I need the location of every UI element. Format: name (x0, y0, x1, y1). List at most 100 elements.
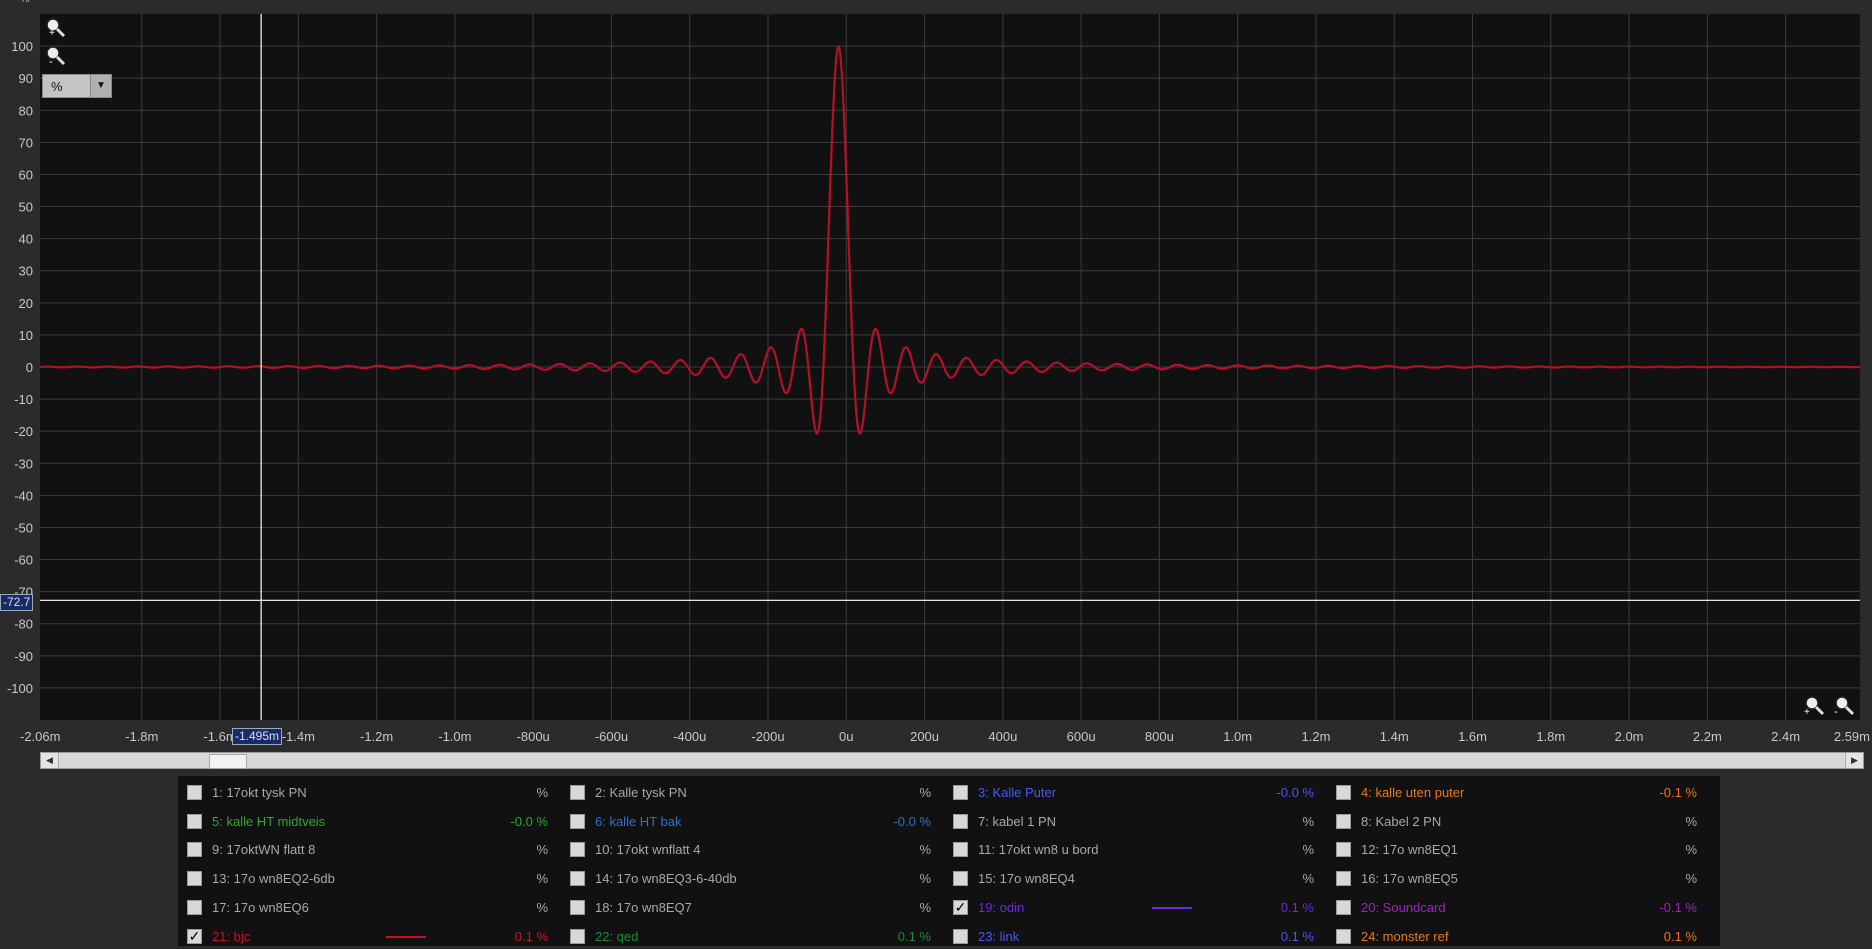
zoom-out-icon[interactable]: - (44, 44, 66, 68)
chevron-down-icon[interactable]: ▼ (90, 75, 111, 97)
legend-value: % (1302, 842, 1314, 858)
legend-checkbox[interactable] (953, 785, 968, 800)
x-tick-label: -1.8m (125, 729, 158, 744)
unit-dropdown[interactable]: % ▼ (42, 74, 112, 98)
legend-checkbox[interactable] (953, 813, 968, 829)
legend-value: % (536, 871, 548, 887)
legend-value: % (536, 785, 548, 800)
legend-value: % (1685, 813, 1697, 829)
scroll-left-arrow-icon[interactable]: ◀ (41, 753, 59, 768)
legend-label: 13: 17o wn8EQ2-6db (212, 871, 335, 887)
legend-item[interactable]: 22: qed 0.1 % (564, 926, 939, 948)
legend-checkbox[interactable] (570, 928, 585, 944)
legend-item[interactable]: 18: 17o wn8EQ7% (564, 897, 939, 919)
legend-item[interactable]: 24: monster ref 0.1 % (1330, 926, 1705, 948)
legend-item[interactable]: 8: Kabel 2 PN% (1330, 811, 1705, 833)
legend-checkbox[interactable] (1336, 928, 1351, 944)
x-tick-label: 2.0m (1615, 729, 1644, 744)
x-tick-label: 1.6m (1458, 729, 1487, 744)
zoom-in-icon[interactable]: + (44, 16, 66, 39)
cursor-x-readout: -1.495m (232, 728, 283, 745)
y-tick-label: -100 (7, 681, 33, 696)
legend-item[interactable]: 15: 17o wn8EQ4% (947, 868, 1322, 890)
legend-checkbox[interactable]: ✓ (953, 899, 968, 915)
legend-item[interactable]: 23: link 0.1 % (947, 926, 1322, 948)
legend-item[interactable]: ✓ 21: bjc 0.1 % (181, 926, 556, 948)
legend-item[interactable]: 7: kabel 1 PN% (947, 811, 1322, 833)
legend-item[interactable]: 5: kalle HT midtveis -0.0 % (181, 811, 556, 833)
y-tick-label: -30 (14, 456, 33, 471)
plot-area[interactable]: 1009080706050403020100-10-20-30-40-50-60… (0, 0, 1872, 745)
legend-checkbox[interactable] (187, 899, 202, 915)
legend-item[interactable]: 12: 17o wn8EQ1% (1330, 839, 1705, 861)
legend-label: 3: Kalle Puter (978, 785, 1057, 800)
y-tick-label: 90 (19, 71, 33, 86)
legend-checkbox[interactable] (187, 871, 202, 887)
legend-checkbox[interactable] (1336, 842, 1351, 858)
legend-value: % (1302, 871, 1314, 887)
legend-item[interactable]: 17: 17o wn8EQ6% (181, 897, 556, 919)
y-tick-label: -50 (14, 520, 33, 535)
legend-value: % (1302, 813, 1314, 829)
scroll-right-arrow-icon[interactable]: ▶ (1845, 753, 1863, 768)
legend-checkbox[interactable] (1336, 899, 1351, 915)
y-tick-label: 50 (19, 200, 33, 215)
legend-item[interactable]: 14: 17o wn8EQ3-6-40db% (564, 868, 939, 890)
legend-item[interactable]: 16: 17o wn8EQ5% (1330, 868, 1705, 890)
legend-label: 16: 17o wn8EQ5 (1361, 871, 1458, 887)
legend-checkbox[interactable] (570, 813, 585, 829)
x-tick-label: -600u (595, 729, 628, 744)
legend-value: -0.0 % (893, 813, 931, 829)
legend-item[interactable]: 3: Kalle Puter -0.0 % (947, 782, 1322, 804)
legend-checkbox[interactable] (953, 871, 968, 887)
scroll-thumb[interactable] (209, 754, 247, 769)
legend-checkbox[interactable] (953, 928, 968, 944)
legend-checkbox[interactable] (570, 899, 585, 915)
legend-item[interactable]: 10: 17okt wnflatt 4% (564, 839, 939, 861)
legend-label: 11: 17okt wn8 u bord (978, 842, 1099, 858)
legend-checkbox[interactable] (1336, 871, 1351, 887)
legend-value: -0.0 % (510, 813, 548, 829)
legend-checkbox[interactable] (570, 871, 585, 887)
legend-checkbox[interactable] (1336, 813, 1351, 829)
legend-item[interactable]: 13: 17o wn8EQ2-6db% (181, 868, 556, 890)
legend-item[interactable]: 20: Soundcard -0.1 % (1330, 897, 1705, 919)
legend-item[interactable]: 1: 17okt tysk PN% (181, 782, 556, 804)
legend-checkbox[interactable] (1336, 785, 1351, 800)
legend-checkbox[interactable]: ✓ (187, 928, 202, 944)
legend-label: 10: 17okt wnflatt 4 (595, 842, 701, 858)
legend-item[interactable]: 4: kalle uten puter -0.1 % (1330, 782, 1705, 804)
legend-panel: 1: 17okt tysk PN% 2: Kalle tysk PN% 3: Kal… (178, 776, 1720, 946)
legend-value: % (919, 842, 931, 858)
zoom-in-icon[interactable]: + (1803, 694, 1825, 718)
legend-item[interactable]: 9: 17oktWN flatt 8% (181, 839, 556, 861)
y-tick-label: -80 (14, 617, 33, 632)
legend-checkbox[interactable] (570, 842, 585, 858)
svg-text:-: - (1834, 706, 1838, 716)
x-tick-label: 200u (910, 729, 939, 744)
legend-label: 24: monster ref (1361, 928, 1449, 944)
x-tick-label: -800u (517, 729, 550, 744)
legend-item[interactable]: ✓ 19: odin 0.1 % (947, 897, 1322, 919)
y-tick-label: 80 (19, 103, 33, 118)
legend-checkbox[interactable] (187, 813, 202, 829)
legend-checkbox[interactable] (187, 842, 202, 858)
legend-checkbox[interactable] (187, 785, 202, 800)
legend-value: 0.1 % (514, 928, 548, 944)
legend-item[interactable]: 6: kalle HT bak -0.0 % (564, 811, 939, 833)
legend-label: 14: 17o wn8EQ3-6-40db (595, 871, 737, 887)
legend-label: 17: 17o wn8EQ6 (212, 899, 309, 915)
zoom-out-icon[interactable]: - (1833, 694, 1855, 718)
legend-item[interactable]: 2: Kalle tysk PN% (564, 782, 939, 804)
y-tick-label: -10 (14, 392, 33, 407)
x-tick-label: -1.4m (282, 729, 315, 744)
legend-item[interactable]: 11: 17okt wn8 u bord% (947, 839, 1322, 861)
x-tick-label: 1.0m (1223, 729, 1252, 744)
legend-label: 9: 17oktWN flatt 8 (212, 842, 316, 858)
x-tick-label: -1.2m (360, 729, 393, 744)
legend-checkbox[interactable] (570, 785, 585, 800)
legend-value: % (1685, 842, 1697, 858)
x-tick-label: 0u (839, 729, 853, 744)
legend-checkbox[interactable] (953, 842, 968, 858)
horizontal-scrollbar[interactable]: ◀ ▶ (40, 752, 1864, 769)
